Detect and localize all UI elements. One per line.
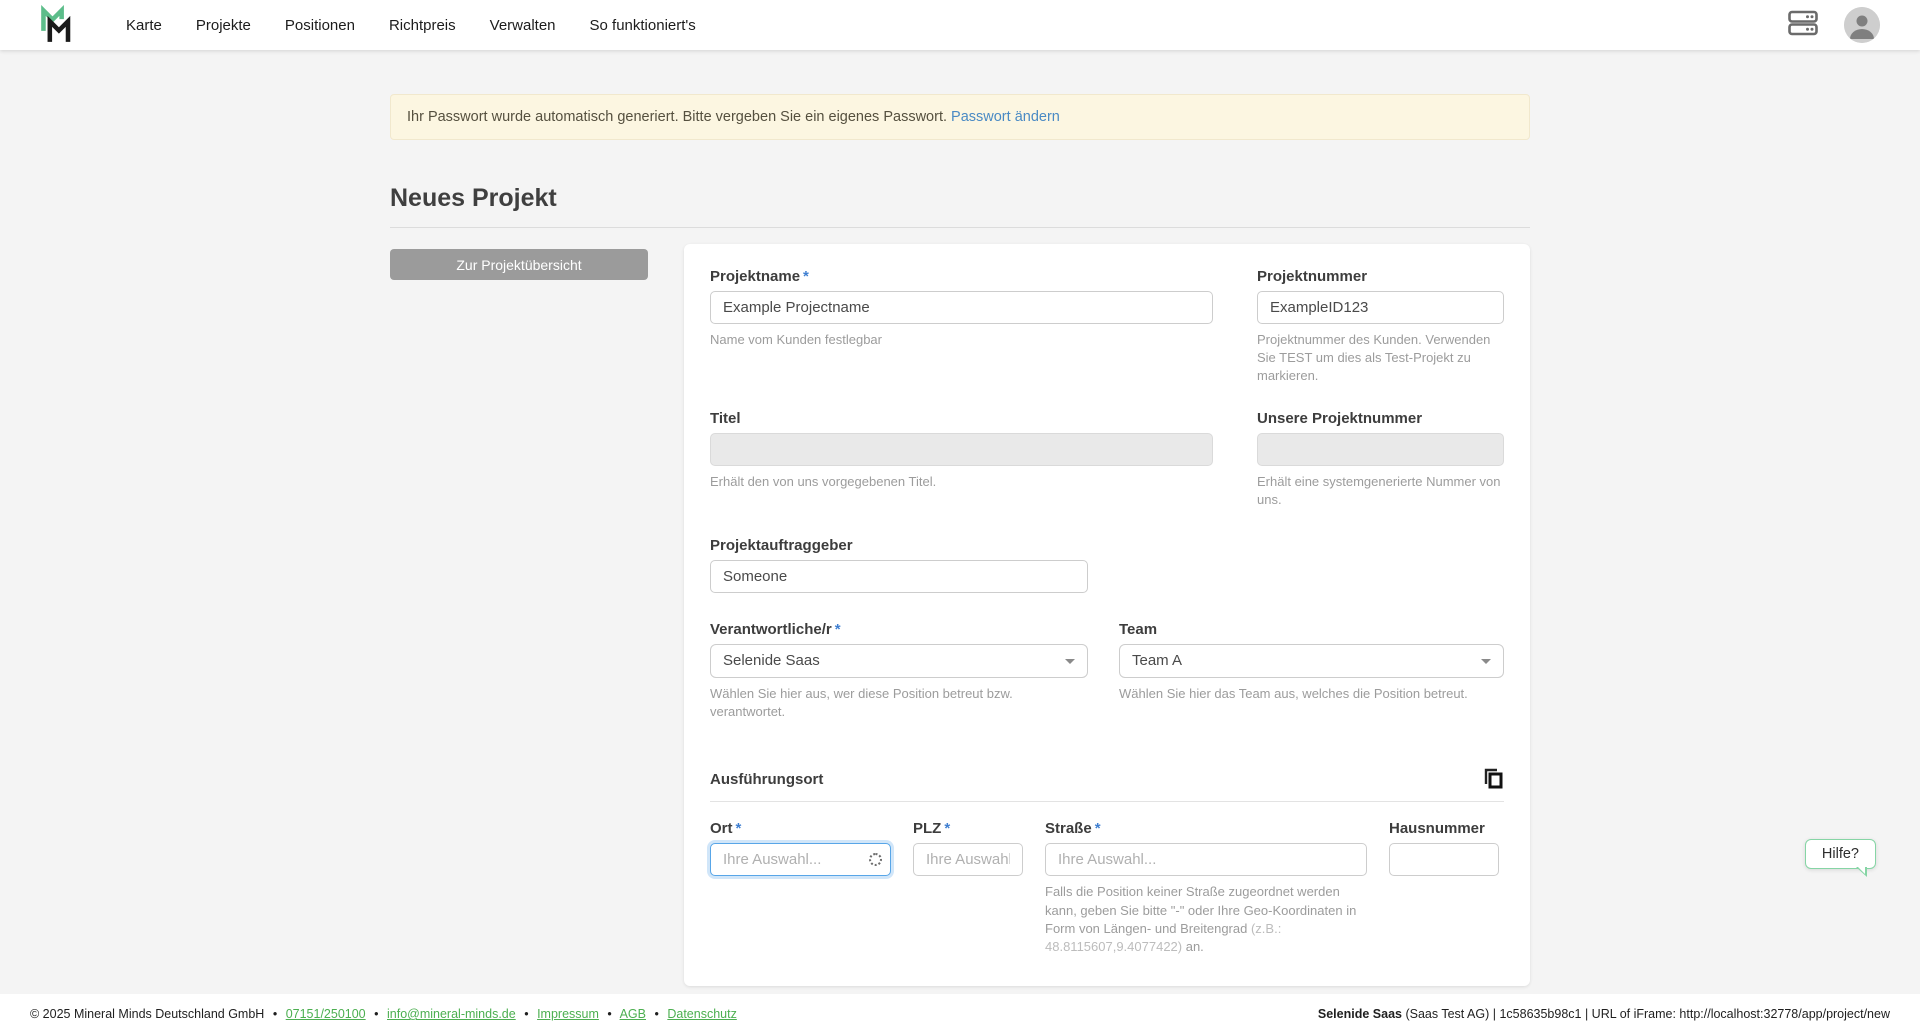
field-projektnummer: Projektnummer Projektnummer des Kunden. … (1257, 268, 1504, 386)
ort-input[interactable] (710, 843, 891, 876)
loading-spinner-icon (869, 853, 882, 866)
titel-label: Titel (710, 410, 1213, 427)
left-column: Zur Projektübersicht (390, 244, 648, 280)
nav-item-richtpreis[interactable]: Richtpreis (389, 17, 456, 34)
footer-session-info: Selenide Saas (Saas Test AG) | 1c58635b9… (1318, 1007, 1890, 1021)
project-form-card: Projektname* Name vom Kunden festlegbar … (684, 244, 1530, 986)
plz-label: PLZ (913, 820, 941, 837)
required-marker: * (835, 621, 841, 638)
footer-copyright: © 2025 Mineral Minds Deutschland GmbH (30, 1007, 264, 1021)
main-menu: Karte Projekte Positionen Richtpreis Ver… (126, 17, 696, 34)
nav-item-projekte[interactable]: Projekte (196, 17, 251, 34)
nav-item-so-funktionierts[interactable]: So funktioniert's (590, 17, 696, 34)
footer-datenschutz-link[interactable]: Datenschutz (667, 1007, 736, 1021)
projektnummer-label: Projektnummer (1257, 268, 1504, 285)
chevron-down-icon (1065, 659, 1075, 664)
verantwortlicher-helper: Wählen Sie hier aus, wer diese Position … (710, 685, 1088, 721)
nav-item-positionen[interactable]: Positionen (285, 17, 355, 34)
section-divider (710, 801, 1504, 802)
verantwortlicher-selected-value: Selenide Saas (723, 652, 820, 669)
footer-user-name: Selenide Saas (1318, 1007, 1402, 1021)
page-content: Ihr Passwort wurde automatisch generiert… (390, 50, 1530, 986)
change-password-link[interactable]: Passwort ändern (951, 109, 1060, 125)
unsere-projektnummer-label: Unsere Projektnummer (1257, 410, 1504, 427)
verantwortlicher-label: Verantwortliche/r (710, 621, 832, 638)
field-titel: Titel Erhält den von uns vorgegebenen Ti… (710, 410, 1213, 509)
footer-phone-link[interactable]: 07151/250100 (286, 1007, 366, 1021)
hausnummer-input[interactable] (1389, 843, 1499, 876)
footer-impressum-link[interactable]: Impressum (537, 1007, 599, 1021)
top-navbar: Karte Projekte Positionen Richtpreis Ver… (0, 0, 1920, 50)
required-marker: * (803, 268, 809, 285)
navbar-right (1788, 7, 1880, 43)
footer-agb-link[interactable]: AGB (620, 1007, 646, 1021)
user-avatar-icon[interactable] (1844, 7, 1880, 43)
password-notice-banner: Ihr Passwort wurde automatisch generiert… (390, 94, 1530, 140)
ausfuehrungsort-section-title: Ausführungsort (710, 771, 823, 788)
field-unsere-projektnummer: Unsere Projektnummer Erhält eine systemg… (1257, 410, 1504, 509)
projektname-helper: Name vom Kunden festlegbar (710, 331, 1213, 349)
field-plz: PLZ* (913, 820, 1023, 956)
strasse-input[interactable] (1045, 843, 1367, 876)
team-label: Team (1119, 621, 1504, 638)
field-verantwortlicher: Verantwortliche/r* Selenide Saas Wählen … (710, 621, 1088, 721)
footer-left: © 2025 Mineral Minds Deutschland GmbH • … (30, 1007, 737, 1021)
projektauftraggeber-input[interactable] (710, 560, 1088, 593)
project-overview-button[interactable]: Zur Projektübersicht (390, 249, 648, 280)
plz-input[interactable] (913, 843, 1023, 876)
ort-label: Ort (710, 820, 733, 837)
footer-session-details: (Saas Test AG) | 1c58635b98c1 | URL of i… (1402, 1007, 1890, 1021)
strasse-helper: Falls die Position keiner Straße zugeord… (1045, 883, 1367, 956)
projektnummer-input[interactable] (1257, 291, 1504, 324)
unsere-projektnummer-input (1257, 433, 1504, 466)
title-divider (390, 227, 1530, 228)
field-projektauftraggeber: Projektauftraggeber (710, 537, 1088, 593)
page-title: Neues Projekt (390, 184, 1530, 213)
field-team: Team Team A Wählen Sie hier das Team aus… (1119, 621, 1504, 721)
projektname-input[interactable] (710, 291, 1213, 324)
field-ort: Ort* (710, 820, 891, 956)
titel-input (710, 433, 1213, 466)
required-marker: * (1095, 820, 1101, 837)
server-rack-icon[interactable] (1788, 10, 1818, 41)
required-marker: * (944, 820, 950, 837)
titel-helper: Erhält den von uns vorgegebenen Titel. (710, 473, 1213, 491)
chevron-down-icon (1481, 659, 1491, 664)
team-helper: Wählen Sie hier das Team aus, welches di… (1119, 685, 1504, 703)
field-projektname: Projektname* Name vom Kunden festlegbar (710, 268, 1213, 386)
strasse-label: Straße (1045, 820, 1092, 837)
password-notice-text: Ihr Passwort wurde automatisch generiert… (407, 109, 947, 125)
team-selected-value: Team A (1132, 652, 1182, 669)
projektauftraggeber-label: Projektauftraggeber (710, 537, 1088, 554)
team-select[interactable]: Team A (1119, 644, 1504, 678)
nav-item-verwalten[interactable]: Verwalten (490, 17, 556, 34)
field-hausnummer: Hausnummer (1389, 820, 1499, 956)
copy-location-button[interactable] (1482, 767, 1504, 791)
help-button[interactable]: Hilfe? (1805, 839, 1876, 869)
required-marker: * (736, 820, 742, 837)
copy-icon (1482, 779, 1504, 794)
projektnummer-helper: Projektnummer des Kunden. Verwenden Sie … (1257, 331, 1504, 386)
projektname-label: Projektname (710, 268, 800, 285)
footer-email-link[interactable]: info@mineral-minds.de (387, 1007, 516, 1021)
unsere-projektnummer-helper: Erhält eine systemgenerierte Nummer von … (1257, 473, 1504, 509)
hausnummer-label: Hausnummer (1389, 820, 1499, 837)
brand-logo-icon[interactable] (38, 5, 78, 45)
field-strasse: Straße* Falls die Position keiner Straße… (1045, 820, 1367, 956)
verantwortlicher-select[interactable]: Selenide Saas (710, 644, 1088, 678)
nav-item-karte[interactable]: Karte (126, 17, 162, 34)
page-footer: © 2025 Mineral Minds Deutschland GmbH • … (0, 994, 1920, 1034)
